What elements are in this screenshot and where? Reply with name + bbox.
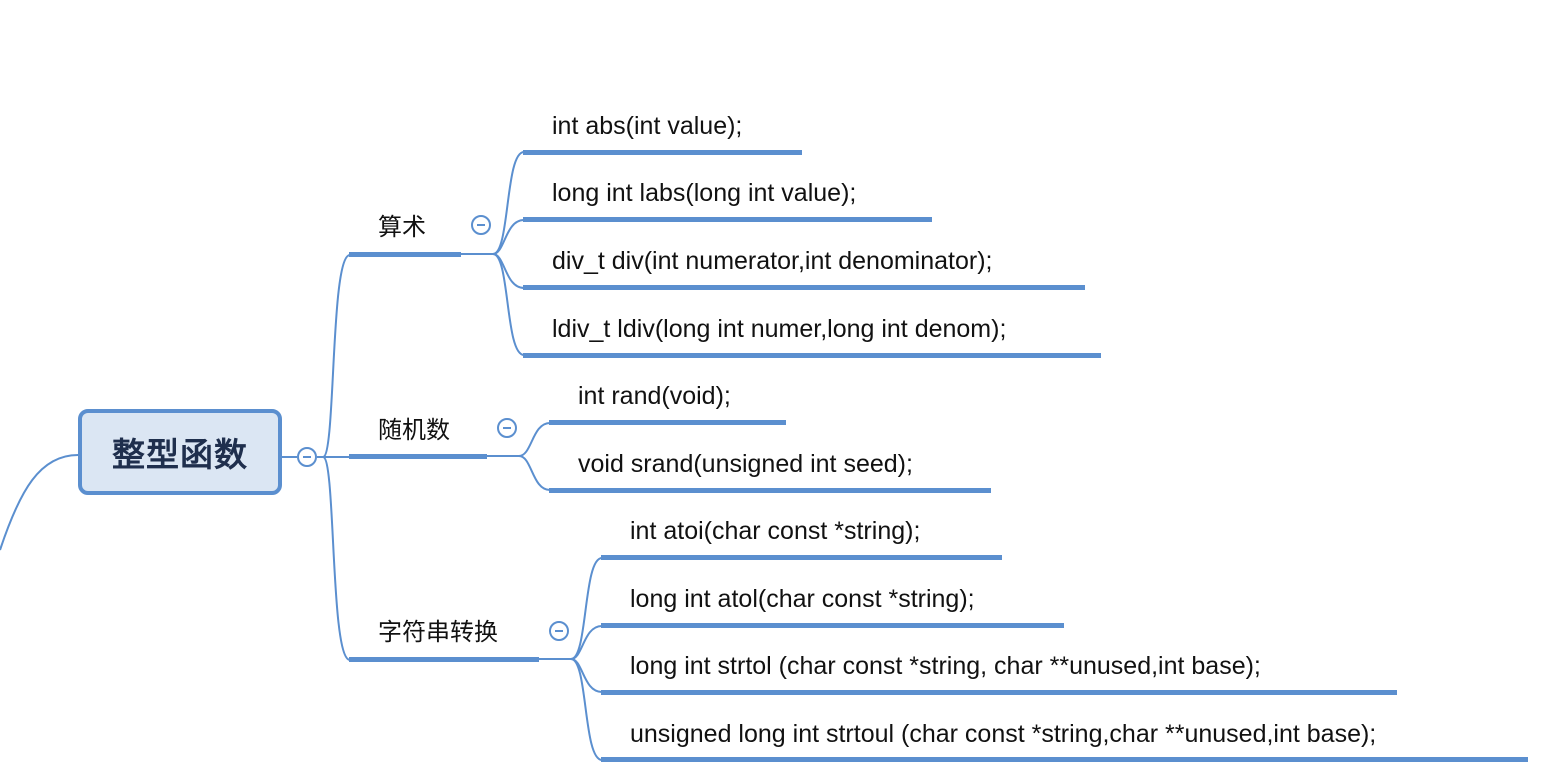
item-atol[interactable]: long int atol(char const *string);	[630, 584, 975, 614]
connector-cat-2-item-2	[518, 455, 551, 491]
root-topic-label: 整型函数	[112, 435, 248, 474]
item-strtol[interactable]: long int strtol (char const *string, cha…	[630, 651, 1261, 681]
underline-cat-3-item-1	[601, 555, 1002, 560]
item-abs[interactable]: int abs(int value);	[552, 111, 742, 141]
underline-cat-2	[349, 454, 487, 459]
connector-cat-1-item-2	[492, 219, 525, 255]
connector-cat-3-item-1	[570, 557, 603, 660]
category-string-conversion-collapse-icon[interactable]	[549, 621, 569, 641]
category-string-conversion-label[interactable]: 字符串转换	[378, 617, 498, 647]
item-div[interactable]: div_t div(int numerator,int denominator)…	[552, 246, 993, 276]
connector-cat-1-item-4	[492, 253, 525, 356]
item-srand[interactable]: void srand(unsigned int seed);	[578, 449, 913, 479]
item-rand[interactable]: int rand(void);	[578, 381, 731, 411]
category-arithmetic-label[interactable]: 算术	[378, 212, 426, 242]
category-random-label[interactable]: 随机数	[378, 415, 450, 445]
underline-cat-3-item-3	[601, 690, 1397, 695]
underline-cat-2-item-2	[549, 488, 991, 493]
connector-cat-3-item-4	[570, 658, 603, 761]
underline-cat-2-item-1	[549, 420, 786, 425]
connector-root-cat-1	[317, 254, 351, 458]
root-collapse-icon[interactable]	[297, 447, 317, 467]
underline-cat-1	[349, 252, 461, 257]
underline-cat-1-item-2	[523, 217, 932, 222]
item-ldiv[interactable]: ldiv_t ldiv(long int numer,long int deno…	[552, 314, 1006, 344]
underline-cat-3-item-2	[601, 623, 1064, 628]
item-labs[interactable]: long int labs(long int value);	[552, 178, 856, 208]
category-random-collapse-icon[interactable]	[497, 418, 517, 438]
connector-cat-1-item-1	[492, 151, 525, 255]
connector-cat-2-item-1	[518, 422, 551, 457]
underline-cat-1-item-1	[523, 150, 802, 155]
root-topic[interactable]: 整型函数	[78, 409, 282, 495]
item-strtoul[interactable]: unsigned long int strtoul (char const *s…	[630, 719, 1376, 749]
mind-map-canvas: 整型函数 算术 int abs(int value); long int lab…	[0, 0, 1560, 784]
underline-cat-1-item-4	[523, 353, 1101, 358]
underline-cat-3-item-4	[601, 757, 1528, 762]
connector-root-parent	[0, 454, 79, 551]
item-atoi[interactable]: int atoi(char const *string);	[630, 516, 920, 546]
category-arithmetic-collapse-icon[interactable]	[471, 215, 491, 235]
underline-cat-1-item-3	[523, 285, 1085, 290]
connector-cat-1-item-3	[492, 253, 525, 289]
connector-root-cat-3	[317, 456, 351, 661]
underline-cat-3	[349, 657, 539, 662]
